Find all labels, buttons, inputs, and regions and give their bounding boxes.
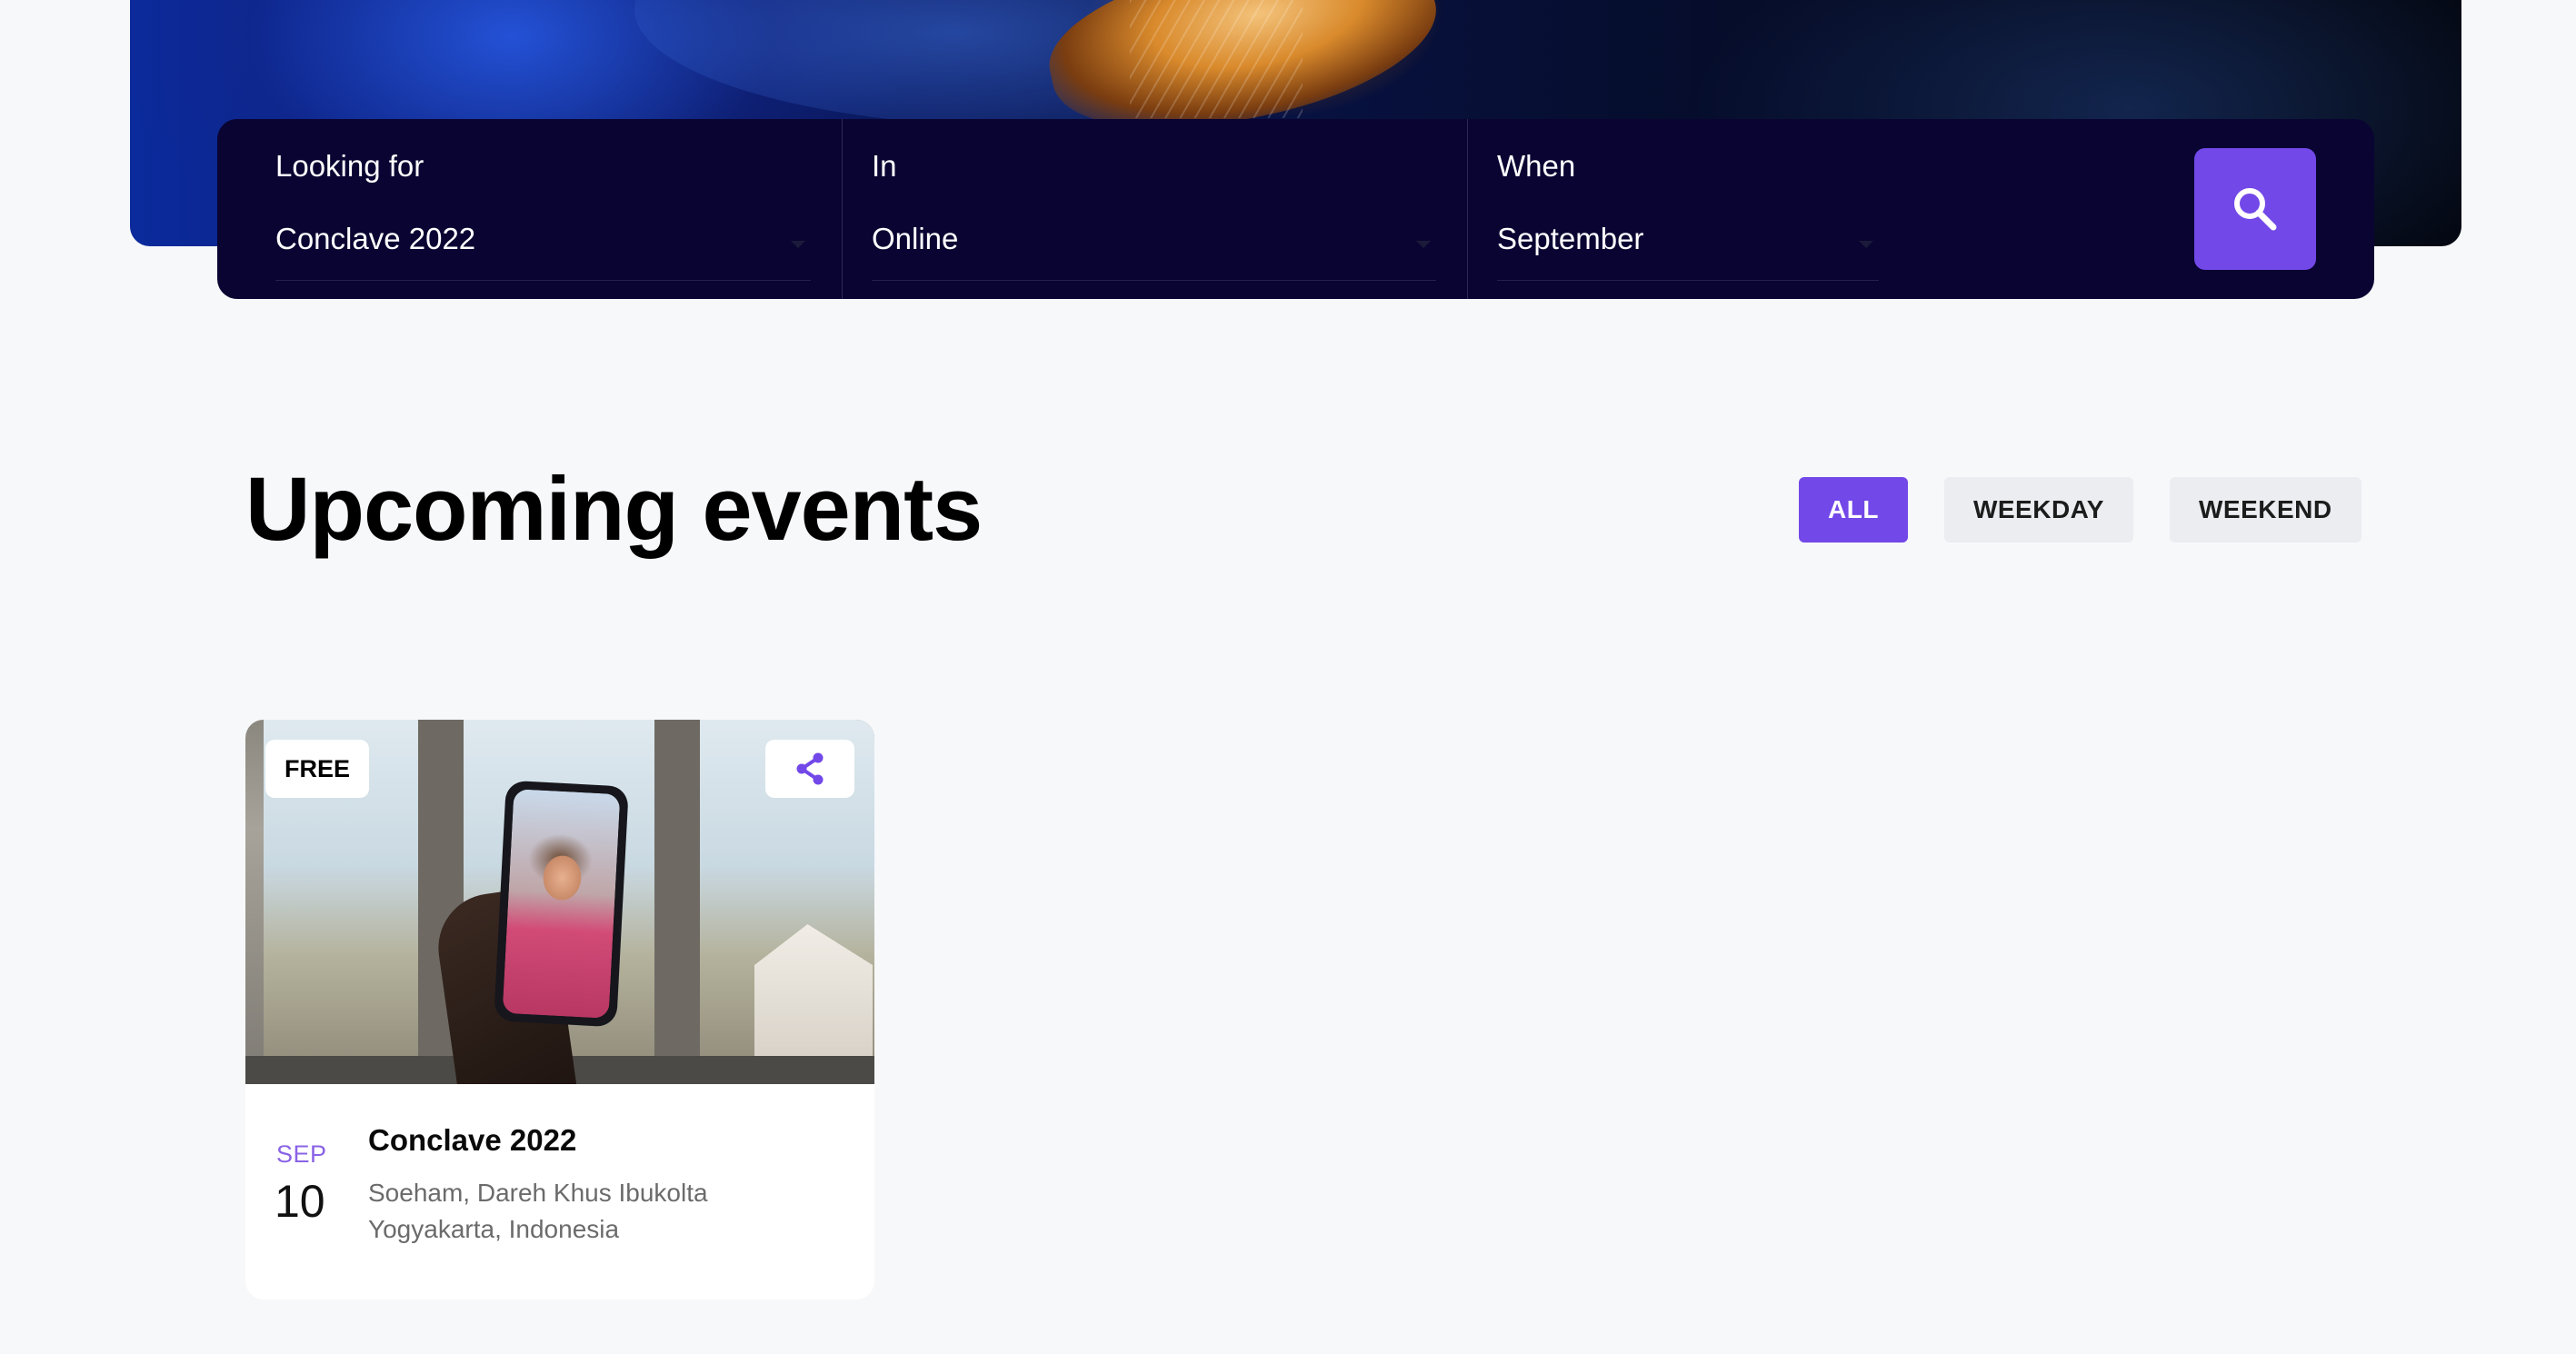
event-month: SEP (276, 1140, 327, 1168)
looking-for-label: Looking for (275, 149, 424, 183)
chevron-down-icon (1416, 241, 1431, 248)
looking-for-field: Looking for Conclave 2022 (217, 119, 843, 299)
location-value: Online (872, 222, 959, 255)
location-field: In Online (843, 119, 1468, 299)
event-card[interactable]: FREE SEP 10 Conclave 2022 Soeham, Dareh … (245, 720, 874, 1299)
when-value: September (1497, 222, 1644, 255)
video-call-screen (502, 789, 621, 1019)
chevron-down-icon (1859, 241, 1873, 248)
price-badge: FREE (265, 740, 369, 798)
looking-for-value: Conclave 2022 (275, 222, 476, 255)
event-location-line2: Yogyakarta, Indonesia (368, 1215, 620, 1243)
search-button[interactable] (2194, 148, 2316, 270)
location-select[interactable]: Online (872, 221, 1436, 281)
event-image: FREE (245, 720, 874, 1084)
when-select[interactable]: September (1497, 221, 1879, 281)
event-location: Soeham, Dareh Khus Ibukolta Yogyakarta, … (368, 1175, 841, 1248)
chevron-down-icon (791, 241, 805, 248)
event-title[interactable]: Conclave 2022 (368, 1123, 576, 1158)
search-icon (2234, 188, 2277, 231)
filter-weekday-button[interactable]: WEEKDAY (1943, 477, 2133, 543)
event-location-line1: Soeham, Dareh Khus Ibukolta (368, 1179, 708, 1207)
section-title: Upcoming events (245, 458, 983, 559)
filter-all-button[interactable]: ALL (1799, 477, 1908, 543)
hero-guitar-strings (1130, 0, 1303, 118)
page: Looking for Conclave 2022 In Online When… (0, 0, 2576, 1354)
when-field: When September (1468, 119, 2141, 299)
window-frame (654, 720, 700, 1084)
share-icon (796, 752, 824, 785)
location-label: In (872, 149, 897, 183)
looking-for-select[interactable]: Conclave 2022 (275, 221, 811, 281)
event-filter-group: ALL WEEKDAY WEEKEND (1799, 477, 2361, 543)
phone-shape (494, 780, 629, 1028)
event-day: 10 (275, 1176, 325, 1227)
filter-weekend-button[interactable]: WEEKEND (2169, 477, 2361, 543)
when-label: When (1497, 149, 1576, 183)
search-bar: Looking for Conclave 2022 In Online When… (217, 119, 2374, 299)
share-button[interactable] (765, 740, 854, 798)
event-details: SEP 10 Conclave 2022 Soeham, Dareh Khus … (245, 1084, 874, 1299)
